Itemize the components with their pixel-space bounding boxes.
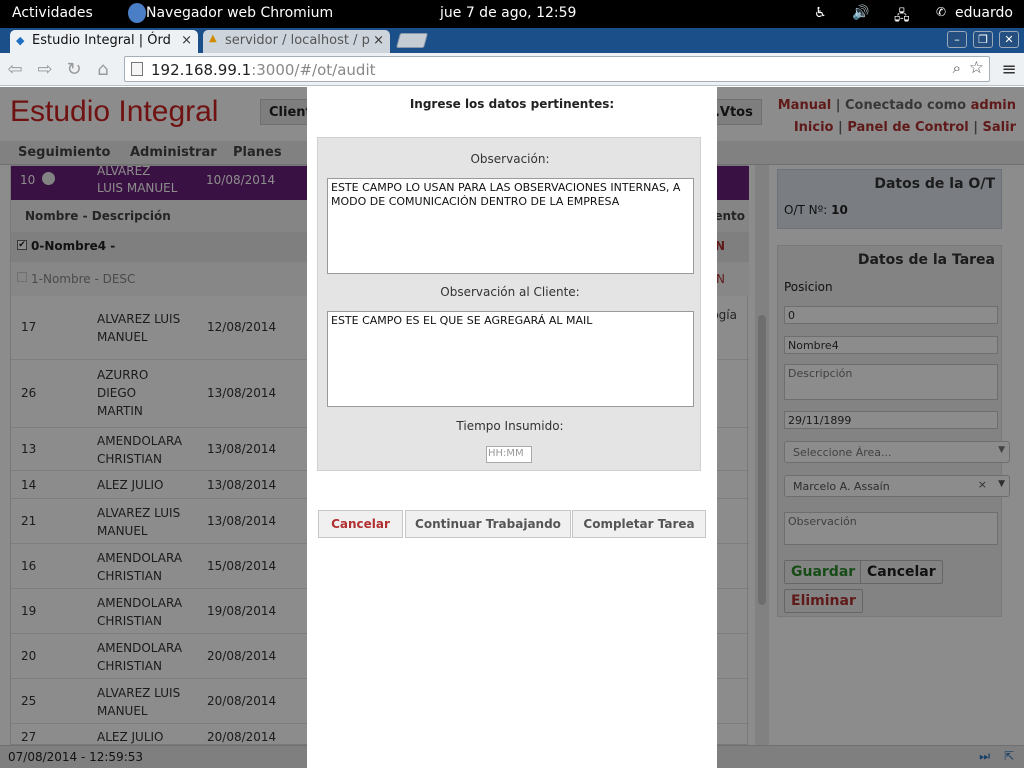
menu-icon[interactable]: ≡ bbox=[998, 59, 1020, 80]
close-tab-icon[interactable]: × bbox=[181, 33, 192, 48]
search-icon[interactable]: ⌕ bbox=[953, 59, 961, 77]
tab-phpmyadmin[interactable]: ▲ servidor / localhost / p × bbox=[203, 30, 390, 53]
modal-title: Ingrese los datos pertinentes: bbox=[409, 97, 615, 111]
reload-icon[interactable]: ↻ bbox=[63, 59, 85, 80]
back-icon[interactable]: ⇦ bbox=[4, 59, 26, 80]
url-host: 192.168.99.1 bbox=[151, 61, 252, 79]
close-tab-icon[interactable]: × bbox=[373, 33, 384, 48]
tab-strip: ◆ Estudio Integral | Órd × ▲ servidor / … bbox=[0, 28, 1024, 53]
browser-toolbar: ⇦ ⇨ ↻ ⌂ 192.168.99.1:3000/#/ot/audit ⌕ ☆… bbox=[0, 53, 1024, 86]
home-icon[interactable]: ⌂ bbox=[92, 59, 114, 80]
chromium-icon bbox=[128, 3, 146, 23]
close-window-icon[interactable]: ✕ bbox=[999, 31, 1019, 48]
restore-icon[interactable]: ❐ bbox=[973, 31, 993, 48]
app-menu[interactable]: Navegador web Chromium bbox=[146, 5, 333, 21]
bookmark-star-icon[interactable]: ☆ bbox=[969, 58, 984, 78]
tab-label: Estudio Integral | Órd bbox=[32, 33, 171, 48]
volume-icon[interactable]: 🔊 bbox=[852, 5, 869, 21]
modal-dialog: Ingrese los datos pertinentes: Observaci… bbox=[307, 87, 717, 768]
obs-label: Observación: bbox=[470, 152, 550, 166]
minimize-icon[interactable]: – bbox=[947, 31, 967, 48]
forward-icon[interactable]: ⇨ bbox=[34, 59, 56, 80]
user-menu-icon[interactable]: ✆ bbox=[936, 5, 946, 19]
tab-estudio[interactable]: ◆ Estudio Integral | Órd × bbox=[10, 30, 198, 53]
observacion-textarea[interactable]: ESTE CAMPO LO USAN PARA LAS OBSERVACIONE… bbox=[327, 178, 694, 274]
gnome-top-bar: Actividades Navegador web Chromium jue 7… bbox=[0, 0, 1024, 28]
tab-label: servidor / localhost / p bbox=[225, 33, 370, 48]
cancel-button[interactable]: Cancelar bbox=[318, 510, 403, 538]
network-icon[interactable]: 🖧 bbox=[894, 5, 910, 29]
favicon-icon: ◆ bbox=[16, 34, 25, 47]
continue-button[interactable]: Continuar Trabajando bbox=[405, 510, 571, 538]
page-icon bbox=[131, 62, 143, 76]
user-menu[interactable]: eduardo bbox=[955, 5, 1013, 21]
address-bar[interactable]: 192.168.99.1:3000/#/ot/audit ⌕ ☆ bbox=[124, 56, 990, 82]
activities-button[interactable]: Actividades bbox=[12, 5, 93, 21]
clock[interactable]: jue 7 de ago, 12:59 bbox=[440, 5, 576, 21]
accessibility-icon[interactable]: ♿ bbox=[814, 5, 827, 21]
pma-favicon-icon: ▲ bbox=[209, 33, 217, 44]
obs-client-textarea[interactable]: ESTE CAMPO ES EL QUE SE AGREGARÁ AL MAIL bbox=[327, 311, 694, 407]
url-path: :3000/#/ot/audit bbox=[251, 61, 376, 79]
time-input[interactable]: HH:MM bbox=[486, 446, 532, 463]
complete-button[interactable]: Completar Tarea bbox=[572, 510, 706, 538]
obs-client-label: Observación al Cliente: bbox=[440, 285, 580, 299]
time-label: Tiempo Insumido: bbox=[456, 419, 564, 433]
modal-form: Observación: ESTE CAMPO LO USAN PARA LAS… bbox=[317, 137, 701, 471]
new-tab-button[interactable] bbox=[395, 33, 429, 48]
